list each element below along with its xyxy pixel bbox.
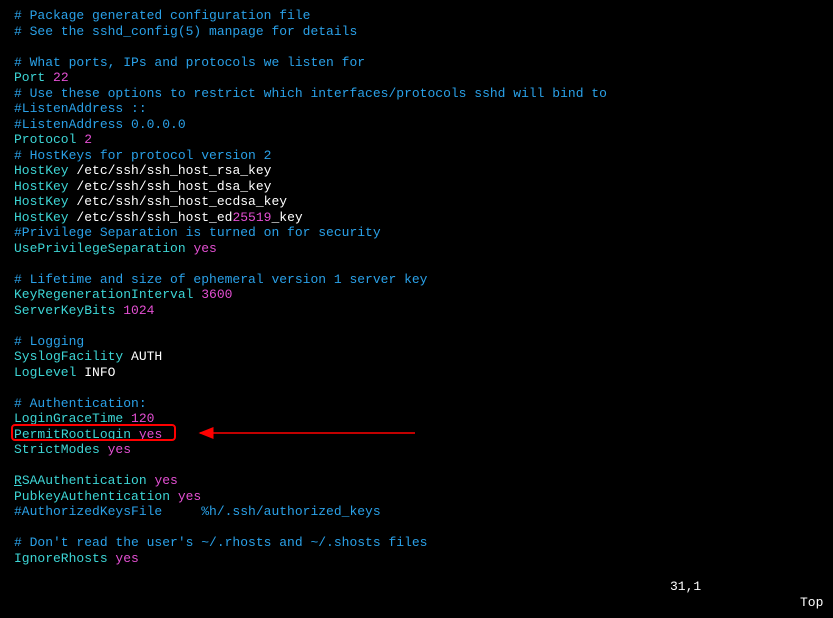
config-line: PubkeyAuthentication yes [14,489,833,505]
config-line: # Package generated configuration file [14,8,833,24]
config-line: HostKey /etc/ssh/ssh_host_dsa_key [14,179,833,195]
config-line: # See the sshd_config(5) manpage for det… [14,24,833,40]
config-line: # Don't read the user's ~/.rhosts and ~/… [14,535,833,551]
config-line: # Logging [14,334,833,350]
config-line: KeyRegenerationInterval 3600 [14,287,833,303]
config-line: # HostKeys for protocol version 2 [14,148,833,164]
config-line: Protocol 2 [14,132,833,148]
config-line [14,256,833,272]
config-line: # Authentication: [14,396,833,412]
cursor-position: 31,1 [670,579,701,595]
config-line: UsePrivilegeSeparation yes [14,241,833,257]
config-line: LogLevel INFO [14,365,833,381]
config-line: #Privilege Separation is turned on for s… [14,225,833,241]
config-line [14,520,833,536]
config-line: Port 22 [14,70,833,86]
vim-status-line: 31,1 Top [0,564,833,611]
config-line: HostKey /etc/ssh/ssh_host_ed25519_key [14,210,833,226]
config-line: LoginGraceTime 120 [14,411,833,427]
config-line: PermitRootLogin yes [14,427,833,443]
config-line: HostKey /etc/ssh/ssh_host_rsa_key [14,163,833,179]
config-line: RSAAuthentication yes [14,473,833,489]
config-line: # What ports, IPs and protocols we liste… [14,55,833,71]
config-line: #AuthorizedKeysFile %h/.ssh/authorized_k… [14,504,833,520]
config-line [14,458,833,474]
config-line: # Use these options to restrict which in… [14,86,833,102]
config-line: #ListenAddress 0.0.0.0 [14,117,833,133]
config-line: # Lifetime and size of ephemeral version… [14,272,833,288]
config-line: SyslogFacility AUTH [14,349,833,365]
config-line: #ListenAddress :: [14,101,833,117]
config-line: HostKey /etc/ssh/ssh_host_ecdsa_key [14,194,833,210]
scroll-position: Top [800,595,823,611]
config-line [14,39,833,55]
config-line: StrictModes yes [14,442,833,458]
editor-content[interactable]: # Package generated configuration file# … [14,8,833,566]
config-line: ServerKeyBits 1024 [14,303,833,319]
config-line [14,318,833,334]
config-line [14,380,833,396]
